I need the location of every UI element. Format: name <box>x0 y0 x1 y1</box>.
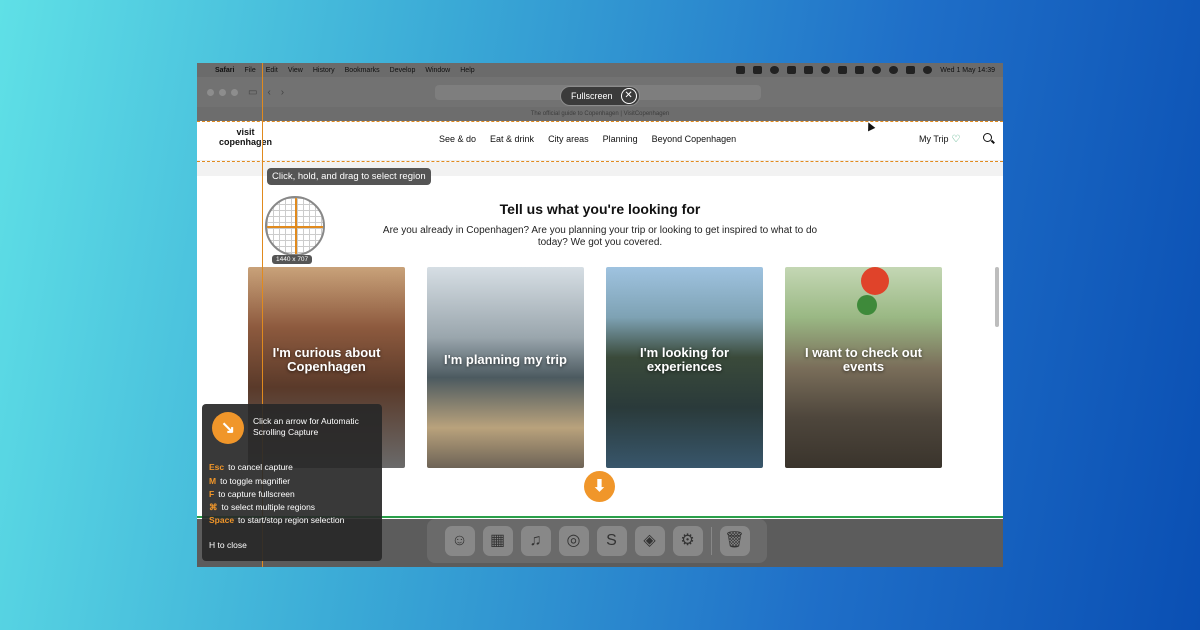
shortcut-row: Space to start/stop region selection <box>209 515 344 525</box>
dock: ☺ ▦ ♫ ◎ S ◈ ⚙ 🗑 <box>427 519 767 563</box>
shortcut-key: Esc <box>209 462 225 472</box>
status-icon-play[interactable] <box>821 66 831 74</box>
control-center-icon[interactable] <box>906 66 916 74</box>
shortcut-text: to cancel capture <box>228 462 293 472</box>
menu-app[interactable]: Safari <box>215 67 234 74</box>
menu-bookmarks[interactable]: Bookmarks <box>345 67 380 74</box>
spotlight-icon[interactable] <box>889 66 899 74</box>
menubar: Safari File Edit View History Bookmarks … <box>197 63 1003 77</box>
guide-header <box>197 161 1003 162</box>
status-icon-m[interactable] <box>753 66 763 74</box>
back-icon[interactable]: ‹ <box>267 87 270 98</box>
shortcut-row: ⌘ to select multiple regions <box>209 502 315 513</box>
card-planning[interactable]: I'm planning my trip <box>427 267 584 468</box>
main-nav: See & do Eat & drink City areas Planning… <box>439 134 736 144</box>
shortcut-key: M <box>209 476 217 486</box>
red-balloon-image <box>861 267 889 295</box>
siri-icon[interactable] <box>923 66 933 74</box>
s-app-icon[interactable]: S <box>596 526 627 556</box>
card-caption: I want to check out events <box>804 344 922 374</box>
shortcut-key: Space <box>209 515 235 525</box>
shortcut-row: Fto capture fullscreen <box>209 489 295 499</box>
tab-title[interactable]: The official guide to Copenhagen | Visit… <box>531 111 669 117</box>
finder-icon[interactable]: ☺ <box>444 526 475 556</box>
shortcut-row: Mto toggle magnifier <box>209 476 290 486</box>
visit-copenhagen-logo[interactable]: visit copenhagen <box>219 127 272 147</box>
shortcut-key: ⌘ <box>209 502 218 512</box>
clock[interactable]: Wed 1 May 14:39 <box>940 67 995 74</box>
trash-icon[interactable]: 🗑 <box>719 526 750 556</box>
card-experiences[interactable]: I'm looking for experiences <box>606 267 763 468</box>
status-icon-cloud[interactable] <box>787 66 797 74</box>
logo-line-1: visit <box>236 127 255 137</box>
launchpad-icon[interactable]: ▦ <box>482 526 513 556</box>
battery-icon[interactable] <box>855 66 865 74</box>
fullscreen-capture-icon[interactable]: ✕ <box>620 88 637 104</box>
tab-bar[interactable]: The official guide to Copenhagen | Visit… <box>197 107 1003 121</box>
nav-beyond-copenhagen[interactable]: Beyond Copenhagen <box>652 134 737 144</box>
capture-tooltip: Click, hold, and drag to select region <box>267 168 431 185</box>
page-scrollbar[interactable] <box>995 267 999 327</box>
menu-history[interactable]: History <box>313 67 335 74</box>
card-events[interactable]: I want to check out events <box>785 267 942 468</box>
nav-see-do[interactable]: See & do <box>439 134 476 144</box>
window-controls <box>207 88 238 96</box>
nav-planning[interactable]: Planning <box>603 134 638 144</box>
my-trip-link[interactable]: My Trip ♡ <box>919 134 960 145</box>
menu-help[interactable]: Help <box>460 67 474 74</box>
nav-city-areas[interactable]: City areas <box>548 134 589 144</box>
dock-separator <box>710 527 712 555</box>
green-balloon-image <box>857 295 877 315</box>
close-hint: H to close <box>209 540 247 550</box>
site-header: visit copenhagen See & do Eat & drink Ci… <box>197 121 1003 161</box>
shortcut-text: to start/stop region selection <box>238 515 345 525</box>
heart-icon: ♡ <box>951 134 961 145</box>
wifi-icon[interactable] <box>872 66 882 74</box>
scroll-capture-arrow-button[interactable]: ↘ <box>212 412 244 444</box>
system-settings-icon[interactable]: ⚙ <box>672 526 703 556</box>
magnifier <box>265 196 325 256</box>
close-window-button[interactable] <box>207 88 214 96</box>
magnifier-crosshair-v <box>295 198 297 254</box>
shortcut-key: F <box>209 489 215 499</box>
status-icon-display[interactable] <box>804 66 814 74</box>
menu-window[interactable]: Window <box>425 67 450 74</box>
capture-help-panel: ↘ Click an arrow for Automatic Scrolling… <box>202 404 382 561</box>
card-caption: I'm curious about Copenhagen <box>272 344 381 374</box>
menu-file[interactable]: File <box>244 67 255 74</box>
menu-view[interactable]: View <box>288 67 303 74</box>
sidebar-icon[interactable]: ▭ <box>248 87 257 98</box>
fullscreen-label: Fullscreen <box>571 91 613 101</box>
safari-icon[interactable]: ◈ <box>634 526 665 556</box>
minimize-window-button[interactable] <box>219 88 226 96</box>
logo-line-2: copenhagen <box>219 137 273 147</box>
card-caption: I'm looking for experiences <box>639 344 730 374</box>
shortcut-text: to capture fullscreen <box>218 489 295 499</box>
my-trip-label: My Trip <box>919 134 949 144</box>
status-icon-gear[interactable] <box>770 66 780 74</box>
nav-eat-drink[interactable]: Eat & drink <box>490 134 534 144</box>
shortcut-row: Esc to cancel capture <box>209 462 293 472</box>
scroll-down-arrow-button[interactable]: ⬇ <box>584 471 615 502</box>
card-caption: I'm planning my trip <box>444 351 567 367</box>
status-icon-s[interactable] <box>736 66 746 74</box>
search-icon[interactable] <box>983 133 992 142</box>
page-subtitle: Are you already in Copenhagen? Are you p… <box>382 225 818 248</box>
status-icon-input[interactable] <box>838 66 848 74</box>
guide-top <box>197 121 1003 122</box>
fullscreen-button[interactable]: Fullscreen ✕ <box>560 86 640 106</box>
chrome-icon[interactable]: ◎ <box>558 526 589 556</box>
forward-icon[interactable]: › <box>281 87 284 98</box>
shortcut-text: to toggle magnifier <box>220 476 291 486</box>
zoom-window-button[interactable] <box>231 88 238 96</box>
music-icon[interactable]: ♫ <box>520 526 551 556</box>
menu-develop[interactable]: Develop <box>390 67 416 74</box>
magnifier-size: 1440 x 707 <box>272 255 313 264</box>
help-intro: Click an arrow for Automatic Scrolling C… <box>253 416 359 437</box>
menu-edit[interactable]: Edit <box>266 67 278 74</box>
shortcut-text: to select multiple regions <box>221 502 316 512</box>
